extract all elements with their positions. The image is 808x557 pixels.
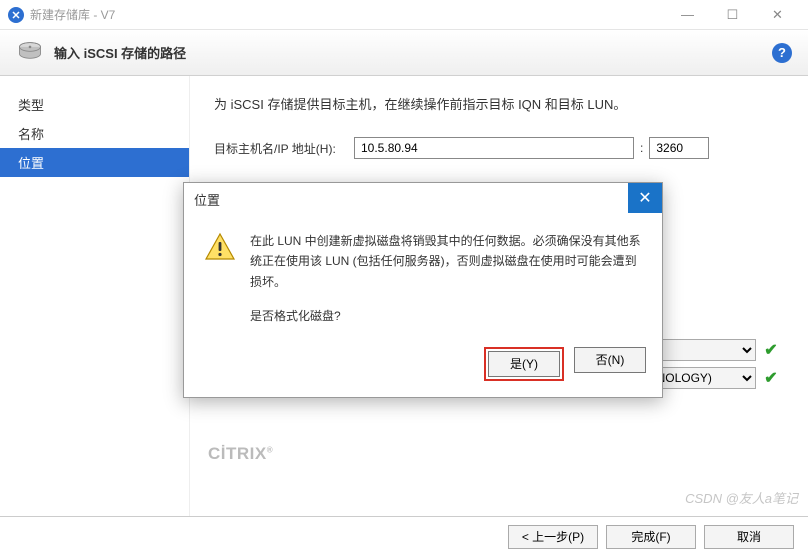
yes-button-highlight: 是(Y) — [484, 347, 564, 381]
previous-button[interactable]: < 上一步(P) — [508, 525, 598, 549]
host-input[interactable] — [354, 137, 634, 159]
dialog-question: 是否格式化磁盘? — [250, 306, 642, 326]
page-title: 输入 iSCSI 存储的路径 — [54, 43, 772, 62]
port-separator: : — [640, 141, 643, 155]
dialog-message: 在此 LUN 中创建新虚拟磁盘将销毁其中的任何数据。必须确保没有其他系统正在使用… — [250, 231, 642, 327]
dialog-warning-text: 在此 LUN 中创建新虚拟磁盘将销毁其中的任何数据。必须确保没有其他系统正在使用… — [250, 231, 642, 292]
warning-icon — [204, 231, 236, 263]
instruction-text: 为 iSCSI 存储提供目标主机，在继续操作前指示目标 IQN 和目标 LUN。 — [214, 94, 780, 113]
dialog-title: 位置 — [184, 183, 628, 213]
no-button[interactable]: 否(N) — [574, 347, 646, 373]
finish-button[interactable]: 完成(F) — [606, 525, 696, 549]
storage-icon — [16, 39, 44, 67]
help-icon[interactable]: ? — [772, 43, 792, 63]
confirm-dialog: 位置 ✕ 在此 LUN 中创建新虚拟磁盘将销毁其中的任何数据。必须确保没有其他系… — [183, 182, 663, 398]
maximize-button[interactable]: ☐ — [710, 1, 755, 29]
window-title: 新建存储库 - V7 — [30, 6, 665, 23]
citrix-brand: CİTRIX® — [208, 444, 273, 464]
watermark: CSDN @友人a笔记 — [685, 488, 798, 507]
port-input[interactable] — [649, 137, 709, 159]
app-icon — [8, 7, 24, 23]
sidebar-item-name[interactable]: 名称 — [0, 119, 189, 148]
dialog-titlebar: 位置 ✕ — [184, 183, 662, 213]
check-ok-icon: ✔ — [762, 341, 780, 359]
cancel-button[interactable]: 取消 — [704, 525, 794, 549]
dialog-close-button[interactable]: ✕ — [628, 183, 662, 213]
close-button[interactable]: ✕ — [755, 1, 800, 29]
wizard-sidebar: 类型 名称 位置 — [0, 76, 190, 516]
host-label: 目标主机名/IP 地址(H): — [214, 140, 354, 157]
minimize-button[interactable]: — — [665, 1, 710, 29]
yes-button[interactable]: 是(Y) — [488, 351, 560, 377]
check-ok-icon: ✔ — [762, 369, 780, 387]
window-titlebar: 新建存储库 - V7 — ☐ ✕ — [0, 0, 808, 30]
wizard-footer: < 上一步(P) 完成(F) 取消 — [0, 516, 808, 556]
page-header: 输入 iSCSI 存储的路径 ? — [0, 30, 808, 76]
sidebar-item-type[interactable]: 类型 — [0, 90, 189, 119]
sidebar-item-location[interactable]: 位置 — [0, 148, 189, 177]
